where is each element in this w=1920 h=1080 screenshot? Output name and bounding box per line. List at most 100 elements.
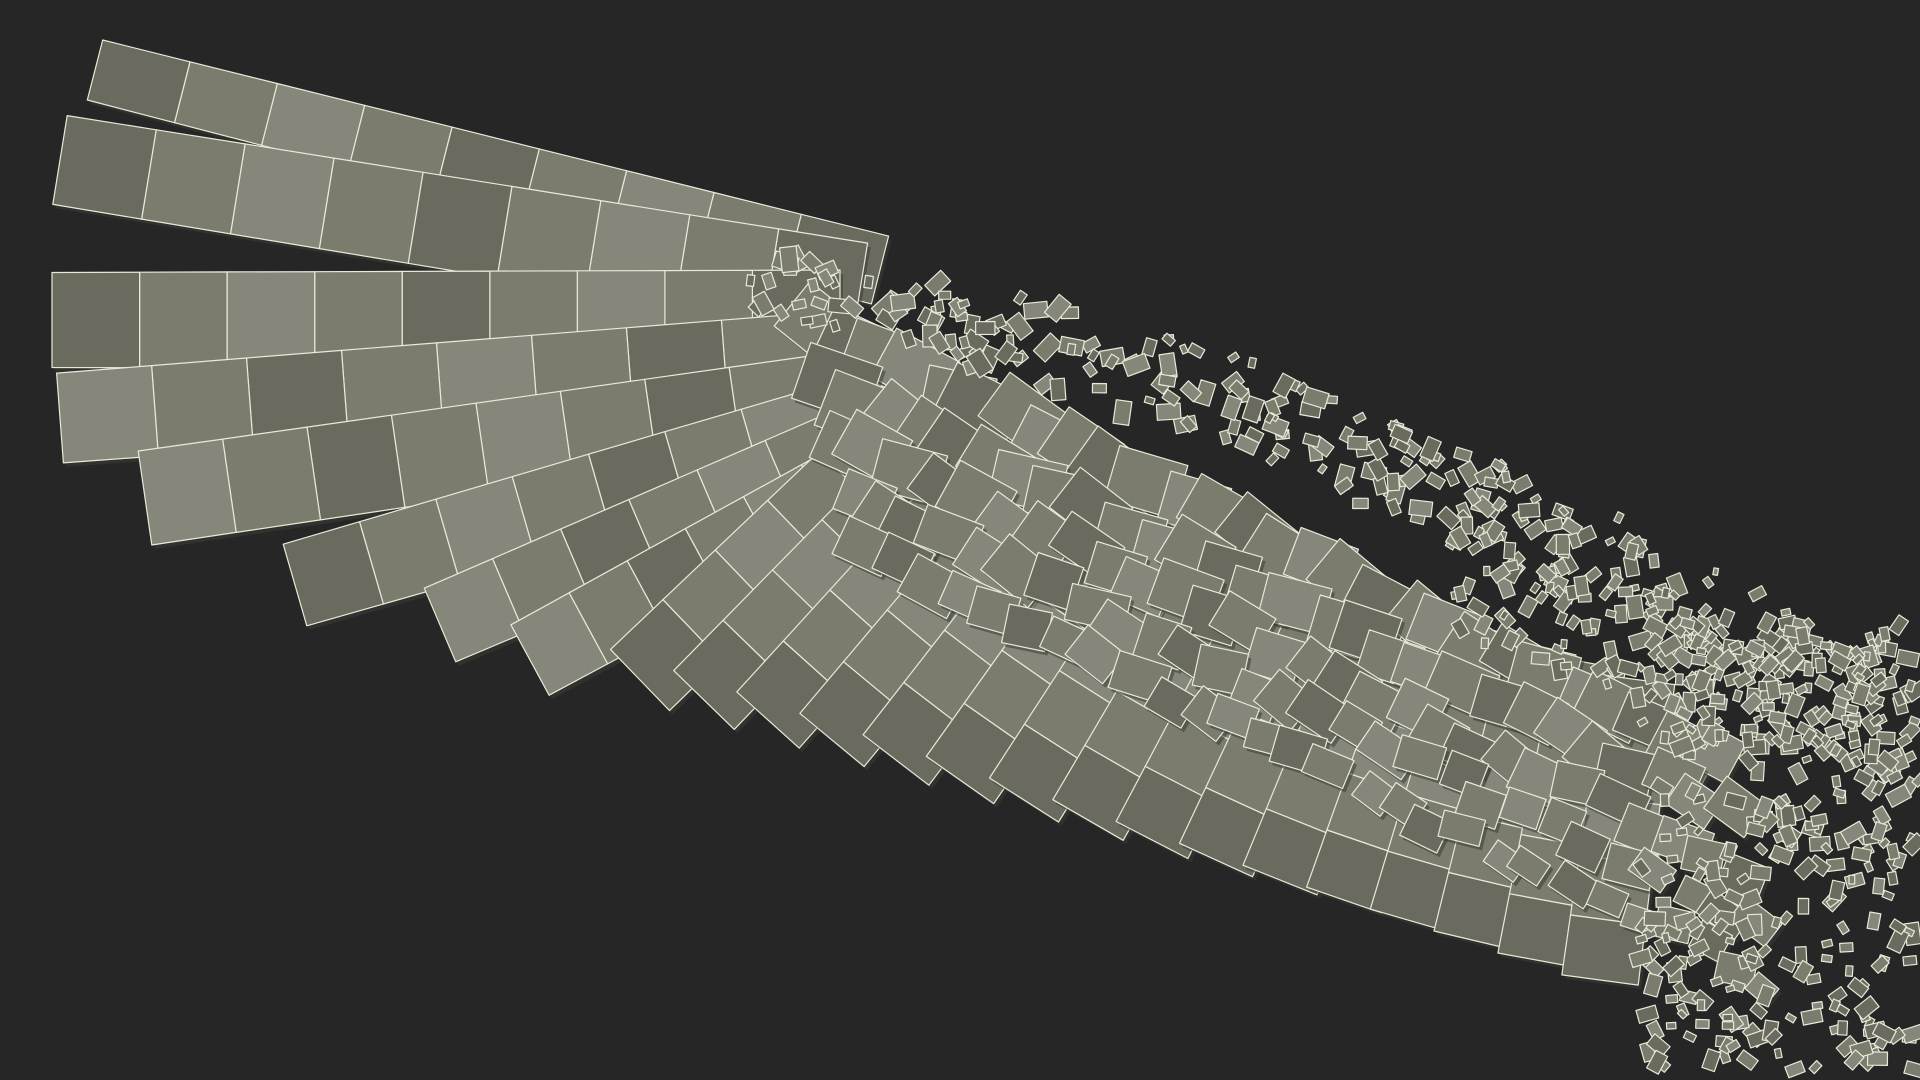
- body-feather: [1701, 1048, 1722, 1073]
- body-feather: [1659, 833, 1672, 843]
- marginal-feather: [1032, 332, 1063, 363]
- shoulder-feather: [1530, 651, 1551, 666]
- shoulder-feather: [1888, 663, 1900, 676]
- body-feather: [1695, 1018, 1710, 1030]
- body-feather: [1808, 1059, 1823, 1075]
- body-feather: [1863, 860, 1875, 873]
- marginal-feather: [1408, 499, 1434, 518]
- primary-feather-segment: [52, 114, 157, 220]
- shoulder-feather: [1503, 541, 1517, 560]
- body-feather: [1800, 1007, 1824, 1026]
- primary-feather-segment: [306, 414, 406, 521]
- body-feather: [1735, 1049, 1759, 1071]
- primary-feather-segment: [55, 365, 159, 464]
- body-feather: [1778, 823, 1799, 848]
- primary-feather-segment: [51, 271, 141, 369]
- body-feather: [1787, 761, 1809, 786]
- marginal-feather: [1186, 342, 1206, 359]
- shoulder-feather: [1660, 586, 1671, 599]
- marginal-feather: [1121, 352, 1151, 377]
- shoulder-feather: [1794, 683, 1809, 697]
- body-feather: [1878, 625, 1891, 642]
- shoulder-feather: [1517, 594, 1539, 619]
- body-feather: [1810, 812, 1829, 828]
- body-feather: [1851, 846, 1873, 863]
- body-feather: [1741, 731, 1755, 749]
- marginal-feather: [1352, 411, 1367, 425]
- shoulder-feather: [1617, 586, 1634, 598]
- marginal-feather: [1625, 594, 1645, 620]
- marginal-feather: [1517, 502, 1541, 519]
- marginal-feather: [1425, 471, 1446, 491]
- body-feather: [1773, 1047, 1783, 1060]
- shoulder-feather: [1814, 657, 1827, 674]
- body-feather: [1848, 874, 1856, 885]
- marginal-feather: [1747, 584, 1768, 603]
- shoulder-feather: [1767, 710, 1787, 725]
- body-feather: [1675, 827, 1688, 837]
- shoulder-feather: [1690, 653, 1708, 667]
- marginal-feather: [1352, 497, 1369, 510]
- body-feather: [1902, 954, 1918, 967]
- body-feather: [1794, 945, 1808, 964]
- marginal-feather: [1226, 418, 1242, 436]
- primary-feather-segment: [173, 61, 278, 146]
- marginal-feather: [974, 320, 996, 336]
- body-feather: [1784, 1012, 1797, 1024]
- shoulder-feather: [1674, 673, 1684, 686]
- body-feather: [1838, 942, 1854, 953]
- 3d-viewport[interactable]: [0, 0, 1920, 1080]
- marginal-feather: [1436, 505, 1462, 531]
- body-feather: [1801, 754, 1813, 765]
- shoulder-feather: [1844, 703, 1860, 715]
- marginal-feather: [1529, 581, 1542, 595]
- marginal-feather: [1265, 452, 1280, 467]
- body-feather: [1846, 976, 1870, 999]
- marginal-feather: [1399, 455, 1414, 468]
- body-feather: [1661, 931, 1671, 944]
- shoulder-feather: [1762, 701, 1775, 712]
- marginal-feather: [1091, 382, 1108, 394]
- body-feather: [1642, 972, 1664, 998]
- marginal-feather: [745, 274, 756, 288]
- shoulder-feather: [1765, 679, 1782, 701]
- primary-feather-segment: [318, 157, 424, 264]
- shoulder-feather: [1867, 738, 1881, 756]
- body-feather: [1643, 910, 1667, 927]
- primary-feather-segment: [222, 426, 322, 534]
- marginal-feather: [1500, 470, 1512, 484]
- marginal-feather: [937, 290, 952, 300]
- primary-feather-segment: [137, 438, 237, 546]
- marginal-feather: [933, 299, 945, 314]
- marginal-feather: [1555, 533, 1571, 556]
- marginal-feather: [1386, 472, 1401, 492]
- marginal-feather: [778, 245, 800, 274]
- marginal-feather: [1227, 351, 1240, 364]
- body-feather: [1895, 648, 1920, 669]
- body-feather: [1666, 854, 1679, 864]
- body-feather: [1886, 842, 1901, 861]
- primary-feather-segment: [86, 39, 191, 124]
- marginal-feather: [1155, 402, 1182, 421]
- body-feather: [1723, 841, 1738, 859]
- body-feather: [1721, 1021, 1735, 1030]
- shoulder-feather: [1565, 614, 1582, 631]
- marginal-feather: [1022, 300, 1049, 320]
- body-feather: [1844, 965, 1854, 978]
- marginal-feather: [1143, 395, 1156, 406]
- body-feather: [1777, 956, 1798, 974]
- marginal-feather: [1082, 361, 1098, 378]
- marginal-feather: [1317, 463, 1328, 475]
- shoulder-feather: [1554, 610, 1569, 627]
- shoulder-feather: [1693, 688, 1710, 702]
- marginal-feather: [1112, 399, 1133, 426]
- body-feather: [1803, 794, 1822, 813]
- marginal-feather: [1712, 567, 1720, 577]
- body-feather: [1903, 1060, 1920, 1079]
- marginal-feather: [1613, 604, 1629, 624]
- shoulder-feather: [1565, 584, 1578, 601]
- shoulder-feather: [1756, 611, 1778, 635]
- body-feather: [1714, 728, 1724, 743]
- shoulder-feather: [1819, 640, 1833, 651]
- body-feather: [1811, 1000, 1824, 1011]
